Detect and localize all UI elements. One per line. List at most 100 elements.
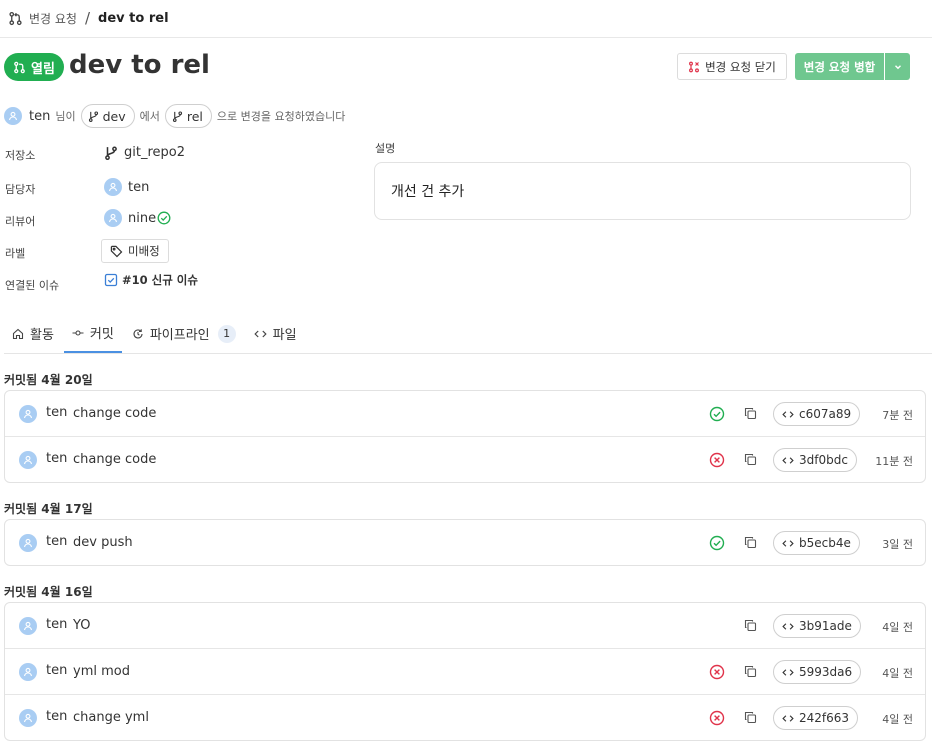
status-badge: 열림 bbox=[4, 53, 64, 81]
commit-group-title: 커밋됨 4월 17일 bbox=[4, 502, 93, 516]
commit-row[interactable]: ten dev push b5ecb4e 3일 전 bbox=[5, 520, 925, 566]
tab-label: 파이프라인 bbox=[149, 328, 210, 343]
tab-bar: 활동 커밋 파이프라인 1 파일 bbox=[4, 314, 932, 354]
commit-time: 4일 전 bbox=[882, 713, 913, 726]
source-branch[interactable]: dev bbox=[80, 104, 135, 128]
commit-sha: 3df0bdc bbox=[799, 453, 848, 467]
code-icon bbox=[254, 328, 267, 340]
header-divider bbox=[0, 37, 932, 38]
request-middle: 에서 bbox=[139, 110, 160, 123]
tab-commits[interactable]: 커밋 bbox=[63, 314, 122, 353]
merge-options-dropdown[interactable] bbox=[885, 53, 910, 80]
commit-author[interactable]: ten bbox=[46, 451, 67, 466]
merge-button[interactable]: 변경 요청 병합 bbox=[795, 53, 884, 80]
commit-row[interactable]: ten change code 3df0bdc 11분 전 bbox=[5, 437, 925, 483]
request-user[interactable]: ten bbox=[29, 109, 50, 124]
avatar bbox=[19, 405, 37, 423]
target-branch[interactable]: rel bbox=[164, 104, 212, 128]
breadcrumb-parent-link[interactable]: 변경 요청 bbox=[29, 10, 77, 27]
commit-sha-button[interactable]: 5993da6 bbox=[773, 660, 862, 684]
copy-icon[interactable] bbox=[744, 711, 757, 724]
avatar bbox=[19, 617, 37, 635]
reviewer-value[interactable]: nine bbox=[104, 209, 171, 227]
commit-row[interactable]: ten yml mod 5993da6 4일 전 bbox=[5, 649, 925, 695]
commit-sha-button[interactable]: 242f663 bbox=[773, 706, 859, 730]
commit-message[interactable]: yml mod bbox=[73, 664, 130, 679]
commit-sha-button[interactable]: 3b91ade bbox=[773, 614, 861, 638]
repository-name: git_repo2 bbox=[124, 145, 185, 160]
merge-request-icon bbox=[13, 61, 26, 74]
tab-files[interactable]: 파일 bbox=[246, 314, 305, 353]
pipeline-success-icon[interactable] bbox=[709, 406, 725, 422]
assignee-label: 담당자 bbox=[5, 183, 36, 196]
code-icon bbox=[782, 713, 794, 724]
status-label: 열림 bbox=[31, 61, 55, 77]
commit-sha: b5ecb4e bbox=[799, 536, 851, 550]
repository-label: 저장소 bbox=[5, 149, 36, 162]
breadcrumb-current: dev to rel bbox=[98, 10, 169, 26]
approved-check-icon bbox=[157, 211, 171, 225]
commit-sha-button[interactable]: 3df0bdc bbox=[773, 448, 857, 472]
avatar bbox=[19, 709, 37, 727]
commit-message[interactable]: change yml bbox=[73, 710, 149, 725]
copy-icon[interactable] bbox=[744, 407, 757, 420]
branch-icon bbox=[88, 110, 99, 122]
issue-checkbox-icon bbox=[104, 273, 118, 287]
commit-message[interactable]: YO bbox=[73, 618, 90, 633]
close-request-button[interactable]: 변경 요청 닫기 bbox=[677, 53, 787, 80]
commit-time: 7분 전 bbox=[882, 409, 913, 422]
commit-time: 4일 전 bbox=[882, 667, 913, 680]
copy-icon[interactable] bbox=[744, 665, 757, 678]
pipeline-count-badge: 1 bbox=[217, 324, 236, 343]
commit-group-title: 커밋됨 4월 16일 bbox=[4, 585, 93, 599]
commit-sha-button[interactable]: b5ecb4e bbox=[773, 531, 860, 555]
commit-author[interactable]: ten bbox=[46, 617, 67, 632]
copy-icon[interactable] bbox=[744, 536, 757, 549]
tab-label: 활동 bbox=[30, 328, 54, 343]
description-label: 설명 bbox=[375, 142, 396, 155]
label-pill[interactable]: 미배정 bbox=[101, 239, 169, 263]
labels-label: 라벨 bbox=[5, 247, 26, 260]
avatar bbox=[19, 451, 37, 469]
commit-row[interactable]: ten change yml 242f663 4일 전 bbox=[5, 695, 925, 741]
close-request-label: 변경 요청 닫기 bbox=[705, 59, 776, 74]
copy-icon[interactable] bbox=[744, 619, 757, 632]
commit-row[interactable]: ten YO 3b91ade 4일 전 bbox=[5, 603, 925, 649]
assignee-value[interactable]: ten bbox=[104, 178, 149, 196]
commit-author[interactable]: ten bbox=[46, 405, 67, 420]
breadcrumb-separator: / bbox=[84, 9, 91, 27]
pipeline-failed-icon[interactable] bbox=[709, 452, 725, 468]
tab-activity[interactable]: 활동 bbox=[4, 314, 62, 353]
commit-sha: 5993da6 bbox=[799, 665, 853, 679]
target-branch-label: rel bbox=[186, 108, 203, 124]
avatar bbox=[4, 107, 22, 125]
tag-icon bbox=[110, 245, 123, 258]
label-value: 미배정 bbox=[128, 244, 160, 258]
code-icon bbox=[782, 621, 794, 632]
commit-sha-button[interactable]: c607a89 bbox=[773, 402, 861, 426]
linked-issue-value[interactable]: #10 신규 이슈 bbox=[104, 272, 198, 288]
repository-value[interactable]: git_repo2 bbox=[104, 145, 185, 160]
commit-author[interactable]: ten bbox=[46, 534, 67, 549]
avatar bbox=[104, 209, 122, 227]
tab-pipelines[interactable]: 파이프라인 1 bbox=[124, 314, 244, 353]
commit-message[interactable]: change code bbox=[73, 406, 156, 421]
code-icon bbox=[782, 409, 794, 420]
copy-icon[interactable] bbox=[744, 453, 757, 466]
linked-issue-link: #10 신규 이슈 bbox=[122, 273, 198, 287]
commit-time: 4일 전 bbox=[882, 621, 913, 634]
commit-author[interactable]: ten bbox=[46, 663, 67, 678]
avatar bbox=[19, 534, 37, 552]
chevron-down-icon bbox=[893, 62, 903, 72]
pipeline-failed-icon[interactable] bbox=[709, 664, 725, 680]
request-suffix: 으로 변경을 요청하였습니다 bbox=[216, 110, 346, 123]
commit-row[interactable]: ten change code c607a89 7분 전 bbox=[5, 391, 925, 437]
commit-message[interactable]: dev push bbox=[73, 535, 133, 550]
commit-message[interactable]: change code bbox=[73, 452, 156, 467]
labels-value[interactable]: 미배정 bbox=[101, 239, 169, 263]
avatar bbox=[104, 178, 122, 196]
pipeline-failed-icon[interactable] bbox=[709, 710, 725, 726]
commit-author[interactable]: ten bbox=[46, 709, 67, 724]
reviewer-label: 리뷰어 bbox=[5, 215, 36, 228]
pipeline-success-icon[interactable] bbox=[709, 535, 725, 551]
